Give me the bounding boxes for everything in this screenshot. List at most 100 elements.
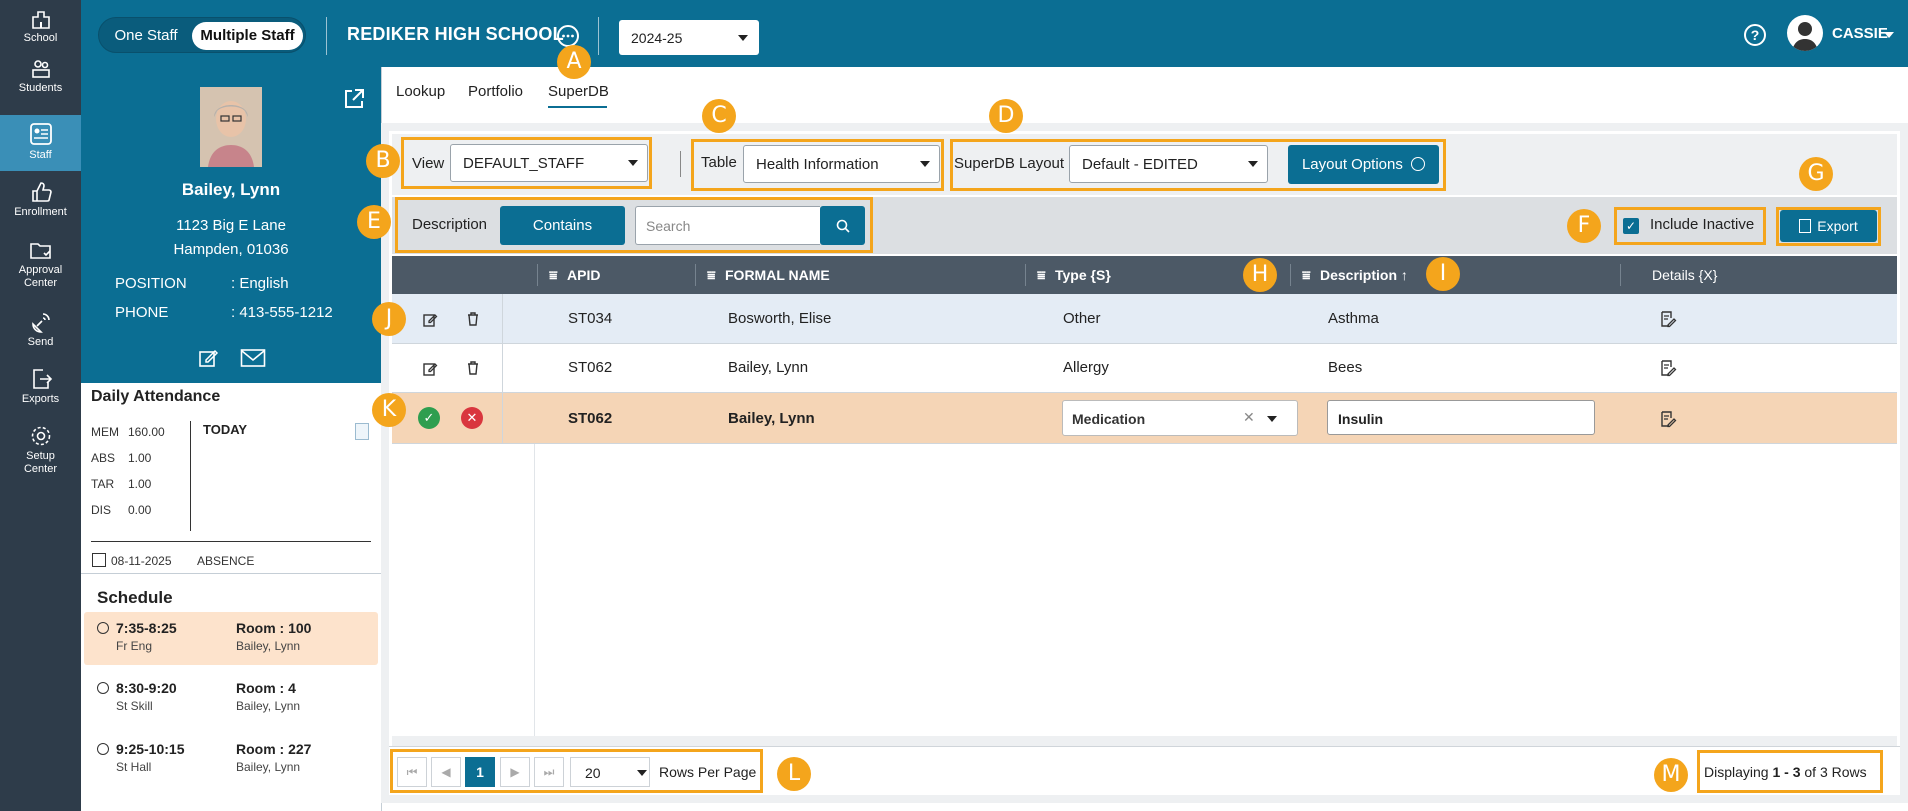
column-header-apid[interactable]: APID xyxy=(567,267,600,283)
contains-button[interactable]: Contains xyxy=(500,206,625,245)
table-row-editing[interactable]: ✓ ✕ ST062 Bailey, Lynn Medication ✕ Insu… xyxy=(392,393,1897,444)
rail-label: Staff xyxy=(29,149,52,161)
one-staff-option[interactable]: One Staff xyxy=(103,22,189,50)
school-name[interactable]: REDIKER HIGH SCHOOL xyxy=(347,24,564,45)
first-page-button[interactable]: ⏮ xyxy=(397,757,427,787)
edit-profile-icon[interactable] xyxy=(197,347,219,369)
filter-icon[interactable]: ⩸ xyxy=(707,267,716,284)
export-button[interactable]: Export xyxy=(1780,210,1877,242)
type-select[interactable]: Medication ✕ xyxy=(1062,400,1298,436)
cell-type: Allergy xyxy=(1063,359,1109,376)
annotation-badge-l: L xyxy=(777,757,811,791)
rail-item-approval-center[interactable]: Approval Center xyxy=(0,238,81,296)
description-input[interactable]: Insulin xyxy=(1327,400,1595,435)
edit-icon[interactable] xyxy=(422,361,438,377)
thumbs-up-icon xyxy=(31,182,52,202)
daily-attendance-title: Daily Attendance xyxy=(91,388,221,405)
rail-item-exports[interactable]: Exports xyxy=(0,367,81,411)
divider xyxy=(502,294,503,343)
edit-icon[interactable] xyxy=(422,312,438,328)
layout-options-label: Layout Options xyxy=(1301,156,1403,173)
document-icon[interactable] xyxy=(355,423,369,440)
trash-icon[interactable] xyxy=(465,311,481,327)
view-label: View xyxy=(412,155,445,172)
satellite-dish-icon xyxy=(31,313,50,333)
table-select[interactable]: Health Information xyxy=(743,145,940,183)
column-header-description[interactable]: Description ↑ xyxy=(1320,267,1408,283)
annotation-badge-a: A xyxy=(557,45,591,79)
slot-person: Bailey, Lynn xyxy=(236,699,301,713)
search-input[interactable]: Search xyxy=(635,206,820,245)
rail-item-send[interactable]: Send xyxy=(0,310,81,354)
tab-superdb[interactable]: SuperDB xyxy=(548,83,609,100)
cancel-row-button[interactable]: ✕ xyxy=(461,407,483,429)
rail-item-students[interactable]: Students xyxy=(0,58,81,106)
column-divider xyxy=(1620,264,1621,286)
table-row[interactable]: ST034 Bosworth, Elise Other Asthma xyxy=(392,294,1897,344)
rail-item-staff[interactable]: Staff xyxy=(0,115,81,171)
filter-icon[interactable]: ⩸ xyxy=(1037,267,1046,284)
multiple-staff-option[interactable]: Multiple Staff xyxy=(192,22,303,50)
table-row[interactable]: ST062 Bailey, Lynn Allergy Bees xyxy=(392,344,1897,393)
details-icon[interactable] xyxy=(1659,310,1677,328)
help-icon[interactable]: ? xyxy=(1744,24,1766,46)
column-header-details[interactable]: Details {X} xyxy=(1652,267,1717,283)
rows-per-page-label: Rows Per Page xyxy=(659,764,757,780)
slot-time: 9:25-10:15 xyxy=(116,741,185,757)
layout-select[interactable]: Default - EDITED xyxy=(1069,145,1268,183)
slot-subject: St Skill xyxy=(116,699,153,713)
chevron-down-icon xyxy=(738,35,748,41)
table-label: Table xyxy=(701,154,737,171)
cell-name: Bailey, Lynn xyxy=(728,410,815,427)
column-header-type[interactable]: Type {S} xyxy=(1055,267,1111,283)
school-year-select[interactable]: 2024-25 xyxy=(619,20,759,55)
gear-icon xyxy=(31,426,50,446)
next-page-button[interactable]: ▶ xyxy=(500,757,530,787)
prev-page-button[interactable]: ◀ xyxy=(431,757,461,787)
filter-icon[interactable]: ⩸ xyxy=(549,267,558,284)
view-select[interactable]: DEFAULT_STAFF xyxy=(450,144,648,182)
email-icon[interactable] xyxy=(240,348,266,368)
filter-icon[interactable]: ⩸ xyxy=(1302,267,1311,284)
schedule-slot[interactable]: 8:30-9:20 St Skill Room : 4 Bailey, Lynn xyxy=(84,672,378,725)
rows-per-page-select[interactable]: 20 xyxy=(570,757,650,787)
include-inactive-checkbox[interactable]: ✓ xyxy=(1623,218,1639,234)
save-row-button[interactable]: ✓ xyxy=(418,407,440,429)
address-line-1: 1123 Big E Lane xyxy=(176,217,286,234)
rail-label-2: Center xyxy=(23,463,58,475)
displaying-prefix: Displaying xyxy=(1704,764,1769,780)
export-label: Export xyxy=(1817,218,1858,234)
tab-lookup[interactable]: Lookup xyxy=(396,83,445,100)
open-external-icon[interactable] xyxy=(342,87,366,111)
clear-icon[interactable]: ✕ xyxy=(1243,409,1255,426)
avatar[interactable] xyxy=(1787,15,1823,51)
rail-item-setup-center[interactable]: Setup Center xyxy=(0,424,81,482)
cell-description: Bees xyxy=(1328,359,1363,376)
search-button[interactable] xyxy=(820,206,865,245)
chevron-down-icon xyxy=(1267,416,1277,422)
app-window: School Students Staff Enrollment Approva… xyxy=(0,0,1908,811)
rail-label: Students xyxy=(18,82,63,94)
annotation-badge-h: H xyxy=(1243,258,1277,292)
export-icon xyxy=(1799,219,1812,233)
layout-options-button[interactable]: Layout Options xyxy=(1288,145,1439,184)
rail-item-school[interactable]: School xyxy=(0,8,81,48)
schedule-slot[interactable]: 7:35-8:25 Fr Eng Room : 100 Bailey, Lynn xyxy=(84,612,378,665)
slot-time: 7:35-8:25 xyxy=(116,620,177,636)
rail-label: School xyxy=(23,32,58,44)
more-options-icon[interactable] xyxy=(557,25,579,47)
schedule-slot[interactable]: 9:25-10:15 St Hall Room : 227 Bailey, Ly… xyxy=(84,733,378,786)
slot-room: Room : 4 xyxy=(236,680,296,696)
students-icon xyxy=(31,60,50,78)
details-icon[interactable] xyxy=(1659,359,1677,377)
annotation-badge-f: F xyxy=(1567,209,1601,243)
page-button[interactable]: 1 xyxy=(465,757,495,787)
last-page-button[interactable]: ⏭ xyxy=(534,757,564,787)
chevron-down-icon[interactable] xyxy=(1884,32,1894,38)
trash-icon[interactable] xyxy=(465,360,481,376)
tab-portfolio[interactable]: Portfolio xyxy=(468,83,523,100)
column-header-formal-name[interactable]: FORMAL NAME xyxy=(725,267,830,283)
details-icon[interactable] xyxy=(1659,410,1677,428)
rail-item-enrollment[interactable]: Enrollment xyxy=(0,180,81,224)
user-name[interactable]: CASSIE xyxy=(1832,25,1888,42)
